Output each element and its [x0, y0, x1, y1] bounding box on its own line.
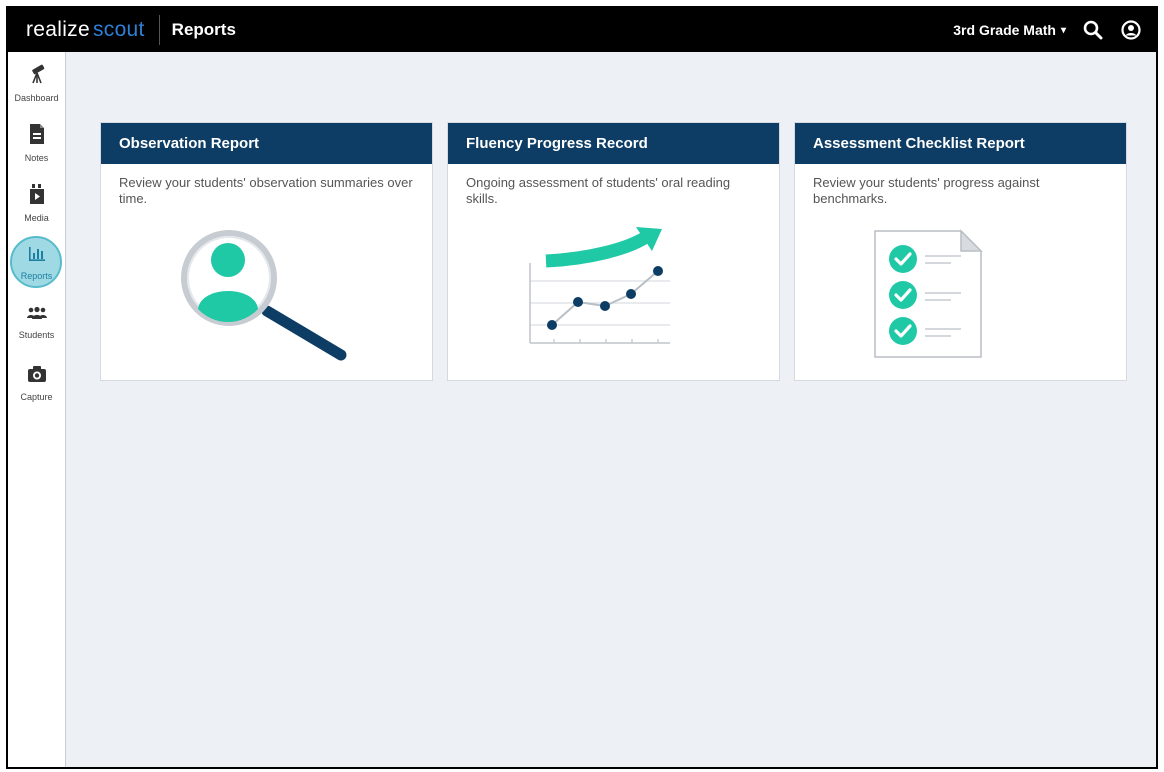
- sidebar-item-label: Notes: [24, 153, 49, 163]
- sidebar-item-label: Dashboard: [14, 93, 59, 103]
- header-divider: [158, 15, 160, 45]
- sidebar-item-label: Students: [18, 330, 55, 340]
- media-icon: [28, 183, 46, 210]
- sidebar-item-dashboard[interactable]: Dashboard: [8, 56, 65, 110]
- card-description: Review your students' observation summar…: [119, 175, 413, 206]
- sidebar: Dashboard Notes Media Reports Students C…: [8, 52, 66, 767]
- app-window: realize scout Reports 3rd Grade Math ▾ D…: [6, 6, 1158, 769]
- sidebar-item-media[interactable]: Media: [8, 176, 65, 230]
- students-icon: [26, 306, 48, 327]
- checklist-document-illustration: [795, 223, 1126, 373]
- search-icon[interactable]: [1082, 19, 1104, 41]
- camera-icon: [26, 364, 48, 389]
- card-description: Ongoing assessment of students' oral rea…: [466, 175, 731, 206]
- sidebar-item-label: Media: [24, 213, 49, 223]
- sidebar-item-label: Reports: [20, 271, 53, 281]
- page-title: Reports: [171, 20, 236, 39]
- caret-down-icon: ▾: [1060, 24, 1066, 36]
- telescope-icon: [26, 63, 48, 90]
- logo-realize-text: realize: [26, 18, 90, 41]
- account-icon[interactable]: [1120, 19, 1142, 41]
- logo-scout-text: scout: [92, 18, 145, 41]
- card-fluency-progress-record[interactable]: Fluency Progress Record Ongoing assessme…: [447, 122, 780, 381]
- magnifier-person-illustration: [101, 223, 432, 373]
- sidebar-item-students[interactable]: Students: [8, 296, 65, 350]
- card-title: Observation Report: [101, 123, 432, 164]
- trend-line-chart-illustration: [448, 223, 779, 373]
- sidebar-item-label: Capture: [20, 392, 53, 402]
- card-assessment-checklist-report[interactable]: Assessment Checklist Report Review your …: [794, 122, 1127, 381]
- realize-scout-logo[interactable]: realize scout: [26, 18, 145, 42]
- sidebar-item-capture[interactable]: Capture: [8, 356, 65, 410]
- course-selector-label: 3rd Grade Math: [953, 22, 1056, 38]
- top-bar: realize scout Reports 3rd Grade Math ▾: [8, 8, 1156, 52]
- card-observation-report[interactable]: Observation Report Review your students'…: [100, 122, 433, 381]
- note-icon: [28, 123, 46, 150]
- bar-chart-icon: [27, 245, 47, 268]
- card-description: Review your students' progress against b…: [813, 175, 1040, 206]
- course-selector[interactable]: 3rd Grade Math ▾: [953, 22, 1066, 38]
- card-title: Assessment Checklist Report: [795, 123, 1126, 164]
- card-title: Fluency Progress Record: [448, 123, 779, 164]
- sidebar-item-reports[interactable]: Reports: [8, 236, 65, 290]
- sidebar-item-notes[interactable]: Notes: [8, 116, 65, 170]
- header-actions: 3rd Grade Math ▾: [953, 19, 1142, 41]
